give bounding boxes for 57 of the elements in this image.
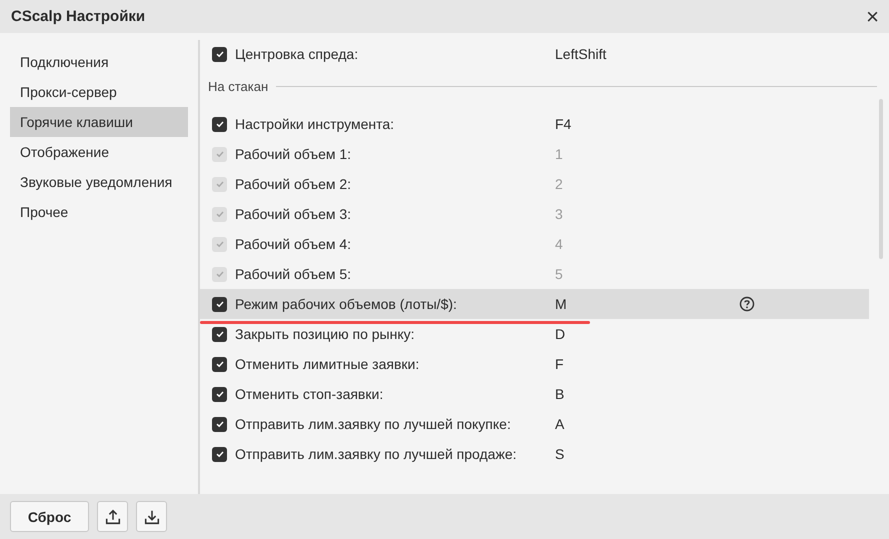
checkbox[interactable]	[212, 326, 227, 342]
check-icon	[214, 119, 224, 129]
check-icon	[214, 449, 224, 459]
sidebar-item[interactable]: Горячие клавиши	[10, 107, 188, 137]
hotkey-label: Отправить лим.заявку по лучшей покупке:	[235, 416, 512, 432]
check-icon	[214, 209, 224, 219]
checkbox[interactable]	[212, 446, 227, 462]
checkbox[interactable]	[212, 356, 227, 372]
hotkey-value[interactable]: S	[555, 446, 735, 462]
sidebar-item[interactable]: Прокси-сервер	[10, 77, 188, 107]
check-icon	[214, 239, 224, 249]
check-icon	[214, 149, 224, 159]
help-icon[interactable]	[739, 296, 755, 312]
check-icon	[214, 419, 224, 429]
close-button[interactable]: ×	[862, 6, 883, 28]
check-icon	[214, 179, 224, 189]
hotkey-label: Рабочий объем 5:	[235, 266, 352, 282]
hotkey-value[interactable]: LeftShift	[555, 46, 735, 62]
checkbox[interactable]	[212, 116, 227, 132]
checkbox[interactable]	[212, 296, 227, 312]
hotkey-label: Режим рабочих объемов (лоты/$):	[235, 296, 458, 312]
reset-button[interactable]: Сброс	[10, 501, 89, 532]
sidebar-item[interactable]: Звуковые уведомления	[10, 167, 188, 197]
hotkey-label: Центровка спреда:	[235, 46, 360, 62]
hotkey-label: Рабочий объем 4:	[235, 236, 352, 252]
hotkey-label: Отменить стоп-заявки:	[235, 386, 384, 402]
hotkey-value[interactable]: M	[555, 296, 735, 312]
export-button[interactable]	[97, 501, 128, 532]
hotkey-label: Рабочий объем 1:	[235, 146, 352, 162]
checkbox[interactable]	[212, 416, 227, 432]
upload-icon	[104, 508, 122, 526]
sidebar-item[interactable]: Прочее	[10, 197, 188, 227]
sidebar-item[interactable]: Подключения	[10, 47, 188, 77]
download-icon	[142, 508, 160, 526]
hotkey-value[interactable]: F	[555, 356, 735, 372]
hotkey-value[interactable]: D	[555, 326, 735, 342]
check-icon	[214, 269, 224, 279]
hotkey-label: Отправить лим.заявку по лучшей продаже:	[235, 446, 518, 462]
hotkey-label: Закрыть позицию по рынку:	[235, 326, 416, 342]
hotkey-label: Отменить лимитные заявки:	[235, 356, 420, 372]
check-icon	[214, 49, 224, 59]
check-icon	[214, 359, 224, 369]
section-title: На стакан	[208, 78, 268, 94]
hotkey-value[interactable]: F4	[555, 116, 735, 132]
checkbox[interactable]	[212, 46, 227, 62]
window-title: CScalp Настройки	[11, 8, 146, 25]
check-icon	[214, 299, 224, 309]
hotkey-label: Настройки инструмента:	[235, 116, 396, 132]
check-icon	[214, 329, 224, 339]
hotkey-value[interactable]: B	[555, 386, 735, 402]
import-button[interactable]	[136, 501, 167, 532]
hotkey-label: Рабочий объем 2:	[235, 176, 352, 192]
checkbox[interactable]	[212, 386, 227, 402]
sidebar-item[interactable]: Отображение	[10, 137, 188, 167]
check-icon	[214, 389, 224, 399]
hotkey-label: Рабочий объем 3:	[235, 206, 352, 222]
hotkey-value[interactable]: A	[555, 416, 735, 432]
